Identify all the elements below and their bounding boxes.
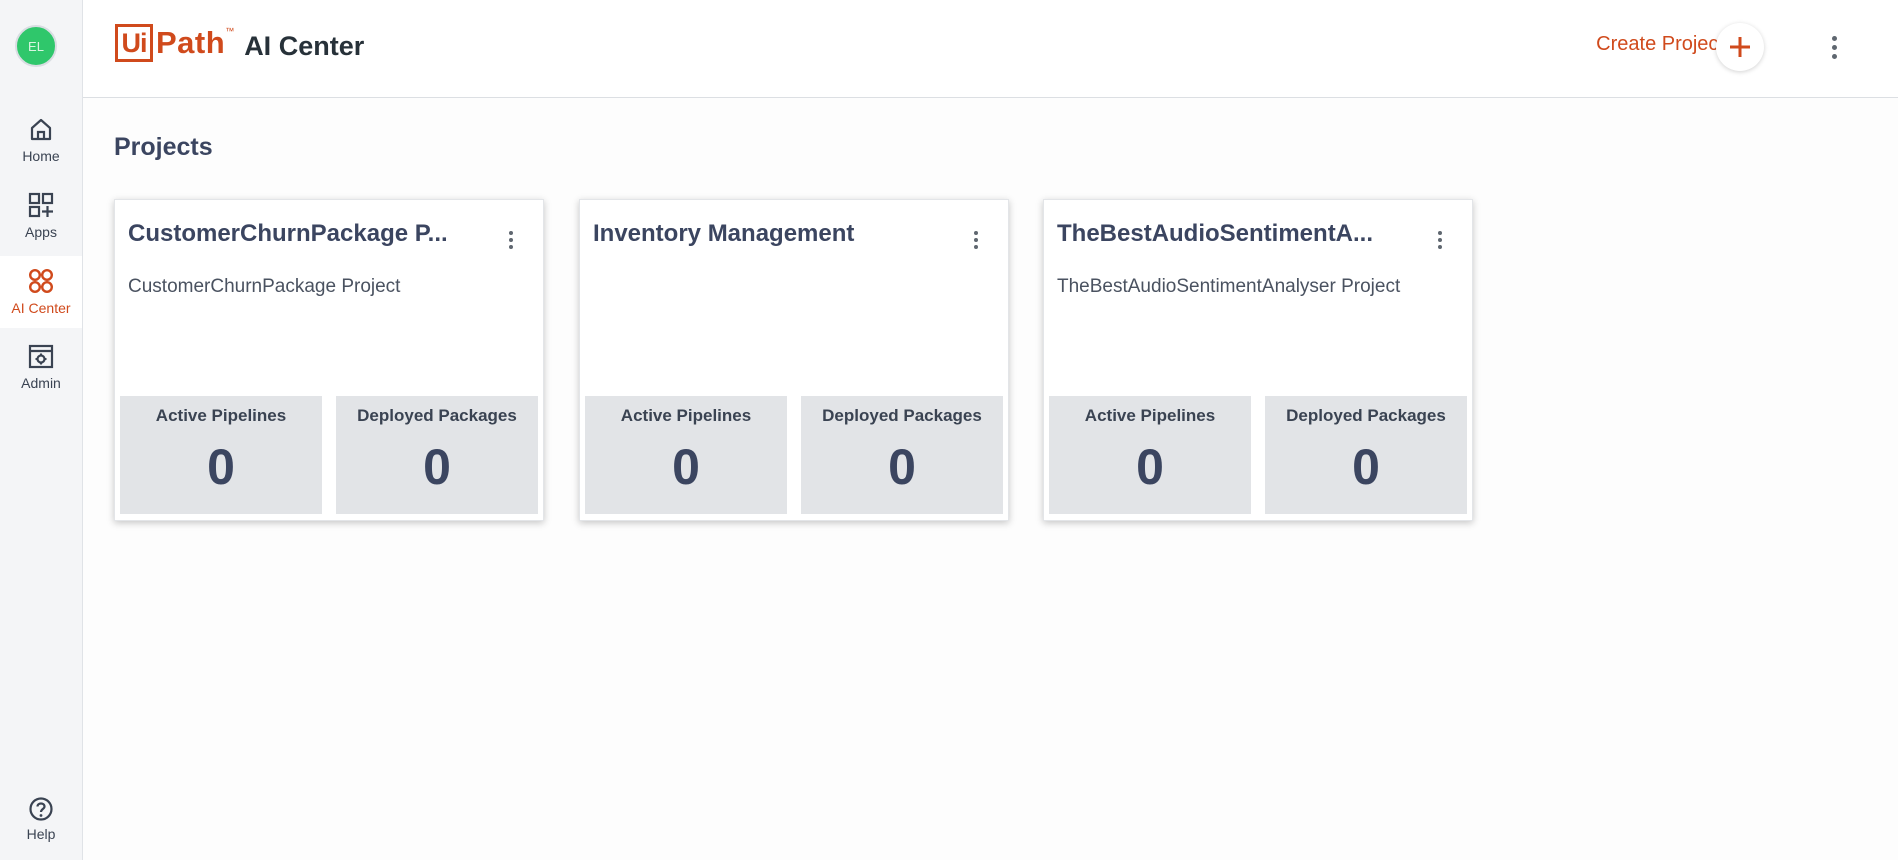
sidebar-item-home[interactable]: Home [0,104,82,176]
card-more-vertical-icon[interactable] [1430,228,1450,252]
stat-deployed-packages: Deployed Packages 0 [801,396,1003,514]
uipath-logo[interactable]: Ui Path ™ AI Center [115,24,364,62]
logo-path-text: Path [156,25,226,60]
logo-ui-box: Ui [115,24,153,62]
sidebar-item-apps[interactable]: Apps [0,180,82,252]
stat-label: Deployed Packages [1286,406,1446,425]
create-project-link[interactable]: Create Project [1596,33,1724,56]
stat-deployed-packages: Deployed Packages 0 [336,396,538,514]
ai-center-icon [28,268,54,294]
admin-icon [28,344,54,369]
stat-label: Deployed Packages [357,406,517,425]
stat-value: 0 [1136,439,1164,495]
project-card[interactable]: CustomerChurnPackage P... CustomerChurnP… [114,199,544,521]
apps-grid-icon [28,192,54,218]
stat-active-pipelines: Active Pipelines 0 [585,396,787,514]
create-project-button[interactable] [1716,23,1764,71]
top-header: Ui Path ™ AI Center Create Project [83,0,1898,98]
sidebar-item-ai-center[interactable]: AI Center [0,256,82,328]
project-card[interactable]: TheBestAudioSentimentA... TheBestAudioSe… [1043,199,1473,521]
home-icon [30,118,52,141]
sidebar-item-label: Apps [25,224,57,240]
project-card-title[interactable]: Inventory Management [593,220,933,248]
help-label: Help [26,826,56,842]
project-card-description: TheBestAudioSentimentAnalyser Project [1057,276,1401,297]
logo-trademark: ™ [225,26,235,36]
sidebar-item-admin[interactable]: Admin [0,331,82,403]
help-button[interactable]: Help [0,796,82,842]
sidebar-item-label: Home [22,148,60,164]
logo-ui-text: Ui [121,27,148,58]
stat-label: Active Pipelines [620,406,752,425]
sidebar-item-label: AI Center [11,300,71,316]
project-card-title[interactable]: TheBestAudioSentimentA... [1057,220,1397,248]
stat-value: 0 [888,439,916,495]
plus-icon [1730,37,1750,57]
product-name: AI Center [244,30,365,61]
project-card-description: CustomerChurnPackage Project [128,276,401,297]
stat-label: Deployed Packages [822,406,982,425]
page-title: Projects [114,133,213,161]
stat-active-pipelines: Active Pipelines 0 [120,396,322,514]
stat-value: 0 [207,439,235,495]
card-more-vertical-icon[interactable] [966,228,986,252]
stat-label: Active Pipelines [155,406,287,425]
card-more-vertical-icon[interactable] [501,228,521,252]
user-avatar[interactable]: EL [15,25,57,67]
help-icon [29,797,53,821]
avatar-initials: EL [28,38,44,54]
project-card[interactable]: Inventory Management Active Pipelines 0 … [579,199,1009,521]
project-card-title[interactable]: CustomerChurnPackage P... [128,220,468,248]
sidebar-item-label: Admin [21,375,61,391]
sidebar: EL Home Apps AI Center Admin Help [0,0,83,860]
stat-value: 0 [423,439,451,495]
stat-deployed-packages: Deployed Packages 0 [1265,396,1467,514]
stat-value: 0 [672,439,700,495]
more-vertical-icon[interactable] [1824,29,1844,65]
stat-active-pipelines: Active Pipelines 0 [1049,396,1251,514]
stat-value: 0 [1352,439,1380,495]
stat-label: Active Pipelines [1084,406,1216,425]
